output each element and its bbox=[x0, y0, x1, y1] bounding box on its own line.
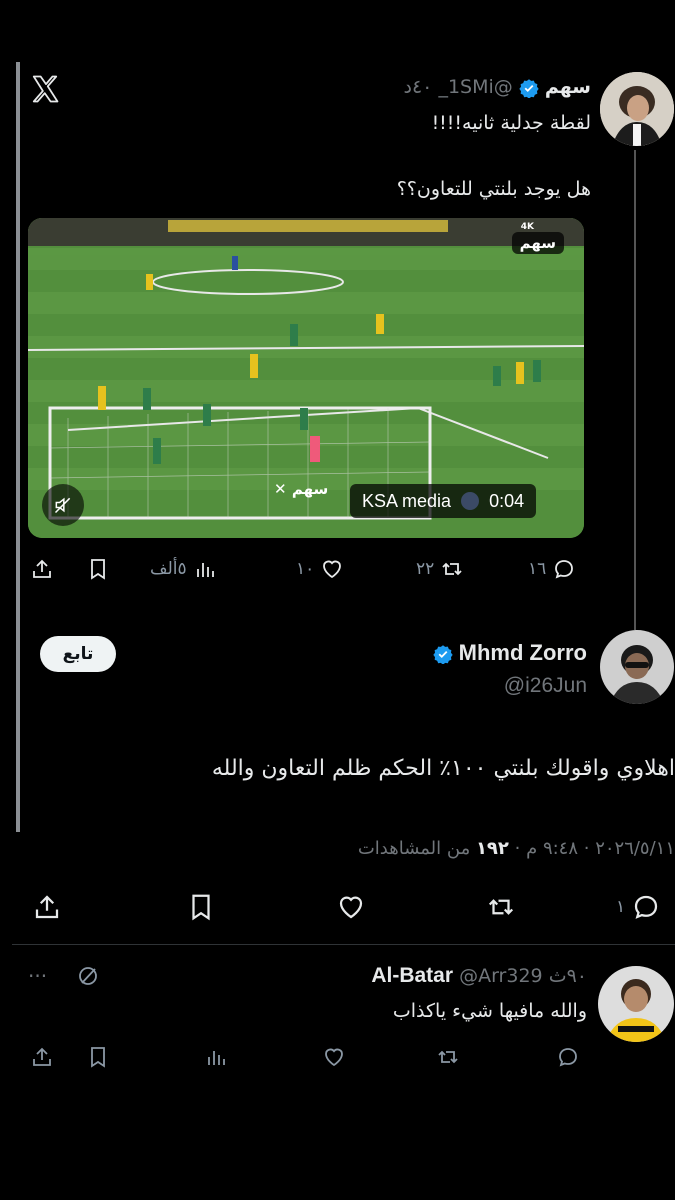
reply-text: والله مافيها شيء ياكذاب bbox=[392, 1000, 587, 1022]
views-chart-icon bbox=[196, 563, 214, 577]
share-icon bbox=[33, 1047, 51, 1066]
reply-count: ١ bbox=[616, 897, 626, 917]
tweet2-meta: ٢٠٢٦/٥/١١ · ٩:٤٨ م · ١٩٢ من المشاهدات bbox=[358, 838, 675, 859]
tweet2-reply-button[interactable]: ١ bbox=[616, 892, 661, 922]
tweet2-handle[interactable]: @i26Jun bbox=[504, 674, 587, 698]
tweet2-text: اهلاوي واقولك بلنتي ١٠٠٪ الحكم ظلم التعا… bbox=[211, 756, 675, 781]
brand-logo-icon bbox=[461, 492, 480, 510]
tweet1-header: سهم @1SMi_ ٤٠د bbox=[404, 76, 591, 99]
reply-icon bbox=[635, 895, 658, 919]
share-icon bbox=[33, 559, 51, 578]
tweet1-video[interactable]: سهم 4K ✕ سهم KSA media 0:04 bbox=[28, 218, 584, 538]
avatar-mhmd-zorro[interactable] bbox=[600, 630, 674, 704]
tweet2-display-name[interactable]: Mhmd Zorro bbox=[459, 640, 587, 665]
reply-retweet-button[interactable] bbox=[436, 1045, 460, 1069]
quote-indicator-bar bbox=[16, 62, 20, 832]
reply-handle[interactable]: @Arr329 bbox=[459, 965, 543, 987]
tweet2-share-button[interactable] bbox=[32, 892, 62, 922]
reply-icon bbox=[555, 560, 574, 579]
heart-icon bbox=[323, 560, 342, 579]
x-logo-icon[interactable] bbox=[30, 74, 60, 104]
video-brand: KSA media bbox=[362, 490, 452, 511]
bookmark-icon bbox=[91, 559, 105, 580]
muted-speaker-icon bbox=[54, 497, 71, 514]
tweet2-view-count: ١٩٢ bbox=[475, 838, 509, 859]
bookmark-icon bbox=[91, 1047, 105, 1068]
video-duration: 0:04 bbox=[489, 490, 525, 511]
follow-button[interactable]: تابع bbox=[40, 636, 116, 672]
verified-badge-icon bbox=[519, 78, 539, 99]
tweet2-like-button[interactable] bbox=[336, 892, 366, 922]
tweet2-views-label: من المشاهدات bbox=[357, 838, 476, 859]
tweet1-reply-button[interactable]: ١٦ bbox=[528, 557, 576, 581]
verified-badge-icon bbox=[432, 644, 453, 665]
reply-reply-button[interactable] bbox=[556, 1045, 580, 1069]
tweet1-bookmark-button[interactable] bbox=[86, 557, 110, 581]
thread-connector-line bbox=[634, 150, 636, 630]
bookmark-icon bbox=[192, 894, 210, 921]
tweet1-handle[interactable]: @1SMi_ bbox=[438, 76, 512, 98]
tweet1-text-line2: هل يوجد بلنتي للتعاون؟؟ bbox=[396, 178, 591, 200]
reply-share-button[interactable] bbox=[30, 1045, 54, 1069]
tweet1-retweet-button[interactable]: ٢٢ bbox=[416, 557, 464, 581]
more-options-button[interactable]: ··· bbox=[28, 964, 47, 988]
like-count: ١٠ bbox=[296, 559, 315, 579]
retweet-count: ٢٢ bbox=[416, 559, 435, 579]
reply-time[interactable]: ٩٠ث bbox=[549, 965, 587, 987]
retweet-icon bbox=[488, 899, 514, 915]
reply-display-name[interactable]: Al-Batar bbox=[371, 964, 453, 987]
video-quality-label: 4K bbox=[520, 222, 534, 232]
tweet2-date[interactable]: ٢٠٢٦/٥/١١ · ٩:٤٨ م · bbox=[509, 838, 675, 859]
tweet2-name-row: Mhmd Zorro bbox=[432, 640, 587, 666]
reply-views-button[interactable] bbox=[204, 1045, 228, 1069]
tweet1-time[interactable]: ٤٠د bbox=[404, 76, 433, 98]
video-watermark: سهم bbox=[511, 232, 564, 254]
share-icon bbox=[35, 895, 59, 919]
x-watermark-icon: ✕ bbox=[274, 480, 287, 498]
video-watermark-2-text: سهم bbox=[291, 480, 329, 498]
video-info-badge: KSA media 0:04 bbox=[350, 484, 537, 518]
avatar-al-batar[interactable] bbox=[598, 966, 674, 1042]
grok-icon[interactable] bbox=[76, 964, 100, 992]
tweet1-share-button[interactable] bbox=[30, 557, 54, 581]
reply-header: Al-Batar @Arr329 ٩٠ث bbox=[371, 964, 587, 988]
reply-icon bbox=[559, 1048, 577, 1067]
mute-button[interactable] bbox=[42, 484, 84, 526]
retweet-icon bbox=[442, 562, 462, 576]
views-chart-icon bbox=[208, 1051, 225, 1065]
reply-count: ١٦ bbox=[528, 559, 547, 579]
reply-bookmark-button[interactable] bbox=[86, 1045, 110, 1069]
tweet2-retweet-button[interactable] bbox=[486, 892, 516, 922]
tweet1-like-button[interactable]: ١٠ bbox=[296, 557, 344, 581]
tweet1-display-name[interactable]: سهم bbox=[545, 76, 591, 98]
video-watermark-2: ✕ سهم bbox=[274, 480, 328, 498]
tweet2-bookmark-button[interactable] bbox=[186, 892, 216, 922]
heart-icon bbox=[325, 1048, 343, 1067]
tweet1-text-line1: لقطة جدلية ثانيه!!!! bbox=[431, 112, 591, 134]
heart-icon bbox=[339, 896, 363, 919]
tweet1-views-button[interactable]: ٥ألف bbox=[150, 557, 217, 581]
views-count: ٥ألف bbox=[150, 559, 187, 579]
retweet-icon bbox=[438, 1050, 458, 1064]
avatar-sahm[interactable] bbox=[600, 72, 674, 146]
divider bbox=[12, 944, 675, 945]
reply-like-button[interactable] bbox=[322, 1045, 346, 1069]
